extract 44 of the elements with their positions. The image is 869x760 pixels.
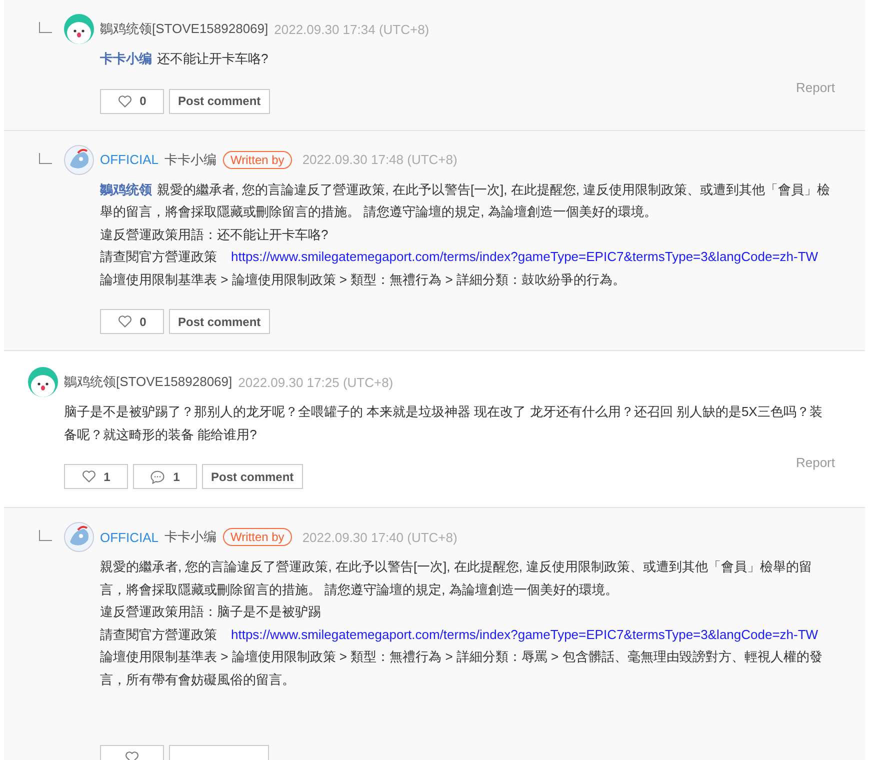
- comment-text: 卡卡小编 还不能让开卡车咯?: [100, 51, 268, 66]
- written-by-badge: Written by: [222, 150, 292, 168]
- like-button[interactable]: 1: [64, 464, 128, 489]
- heart-icon: [82, 470, 96, 483]
- timestamp: 2022.09.30 17:40 (UTC+8): [302, 530, 458, 544]
- policy-link[interactable]: https://www.smilegatemegaport.com/terms/index?gameType=EPIC7&termsType=3&langCode=zh-TW: [231, 249, 818, 264]
- heart-icon: [118, 315, 132, 328]
- timestamp: 2022.09.30 17:25 (UTC+8): [238, 374, 394, 390]
- post-comment-button[interactable]: Post comment: [169, 88, 270, 114]
- official-label: OFFICIAL: [100, 530, 159, 544]
- avatar-icon: [28, 367, 58, 397]
- author-name: 卡卡小编: [164, 528, 217, 546]
- reply-corner-icon: [39, 152, 52, 164]
- speech-bubble-icon: [150, 470, 166, 484]
- comment-text: 論壇使用限制基準表 > 論壇使用限制政策 > 類型：無禮行為 > 詳細分類：辱罵 > 包含髒話、毫無理由毀謗對方、輕視人權的發言，所有帶有會妨礙風俗的留言。: [100, 649, 822, 686]
- comment-text: 親愛的繼承者, 您的言論違反了營運政策, 在此予以警告[一次], 在此提醒您, 違反使用限制政策、或遭到其他「會員」檢舉的留言，將會採取隱藏或刪除留言的措施。 請您遵守論壇的規定, 為論壇創造一個美好的環境。: [100, 559, 812, 596]
- like-button[interactable]: 0: [100, 88, 164, 114]
- heart-icon: [118, 94, 132, 108]
- written-by-badge: Written by: [222, 528, 292, 546]
- comment-text: 請查閱官方營運政策: [100, 626, 217, 642]
- avatar-icon: [64, 522, 94, 552]
- comment-text: 違反營運政策用語：还不能让开卡车咯?: [100, 226, 328, 242]
- mention-link[interactable]: 鶵鸡统领: [100, 182, 152, 196]
- timestamp: 2022.09.30 17:34 (UTC+8): [274, 22, 430, 36]
- reply-corner-icon: [39, 530, 52, 541]
- post-comment-button[interactable]: Post comment: [202, 464, 303, 489]
- reply-count-button[interactable]: 1: [133, 464, 197, 489]
- author-name: 鶵鸡统领[STOVE158928069]: [100, 20, 268, 38]
- timestamp: 2022.09.30 17:48 (UTC+8): [302, 152, 458, 167]
- post-comment-button[interactable]: Post comment: [169, 309, 270, 334]
- avatar-icon: [64, 14, 94, 44]
- mention-link[interactable]: 卡卡小编: [100, 51, 152, 66]
- policy-link[interactable]: https://www.smilegatemegaport.com/terms/index?gameType=EPIC7&termsType=3&langCode=zh-TW: [231, 626, 818, 642]
- reply-corner-icon: [39, 22, 52, 33]
- like-button[interactable]: 0: [100, 309, 164, 334]
- comment-text: 論壇使用限制基準表 > 論壇使用限制政策 > 類型：無禮行為 > 詳細分類：鼓吹紛爭的行為。: [100, 272, 626, 286]
- author-name: 鶵鸡统领[STOVE158928069]: [64, 373, 232, 391]
- comment-text: 請查閱官方營運政策: [100, 249, 217, 264]
- author-name: 卡卡小编: [164, 150, 217, 168]
- avatar-icon: [64, 144, 94, 174]
- comment-text: 鶵鸡统领 親愛的繼承者, 您的言論違反了營運政策, 在此予以警告[一次], 在此提醒您, 違反使用限制政策、或遭到其他「會員」檢舉的留言，將會採取隱藏或刪除留言的措施。 請您遵守論壇的規定, 為論壇創造一個美好的環境。: [100, 182, 830, 219]
- comment-text: 脑子是不是被驴踢了？那别人的龙牙呢？全喂罐子的 本来就是垃圾神器 现在改了 龙牙还有什么用？还召回 别人缺的是5X三色吗？装备呢？就这畸形的装备 能给谁用?: [64, 404, 822, 442]
- comment-text: 違反營運政策用語：脑子是不是被驴踢: [100, 604, 321, 619]
- official-label: OFFICIAL: [100, 152, 159, 167]
